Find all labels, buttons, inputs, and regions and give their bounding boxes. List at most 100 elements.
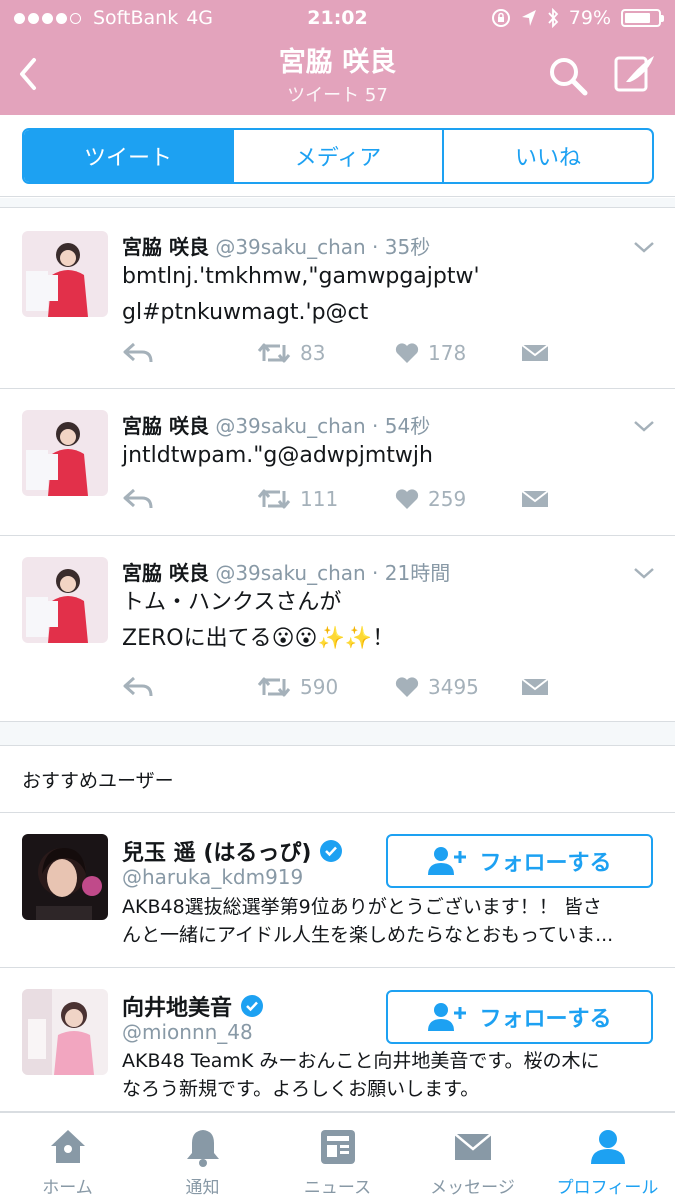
- navigation-header: SoftBank 4G 21:02 79% 宮脇 咲良 ツイート 57: [0, 0, 675, 115]
- user-handle: @mionnn_48: [122, 1020, 253, 1044]
- rotation-lock-icon: [491, 9, 510, 27]
- tab-label: メッセージ: [430, 1178, 515, 1198]
- section-divider: [0, 198, 675, 208]
- author-name: 宮脇 咲良: [122, 414, 209, 438]
- tab-notifications[interactable]: 通知: [135, 1113, 270, 1200]
- like-button[interactable]: 259: [394, 487, 466, 511]
- follow-button[interactable]: フォローする: [386, 834, 653, 888]
- tweet-line: ZEROに出てる😮😮✨✨！: [122, 626, 395, 651]
- compose-icon[interactable]: [612, 52, 658, 96]
- retweet-button[interactable]: 111: [256, 487, 338, 511]
- tab-news[interactable]: ニュース: [270, 1113, 405, 1200]
- user-bio: AKB48 TeamK みーおんこと向井地美音です。桜の木に なろう新規です。よ…: [122, 1047, 652, 1103]
- heart-icon: [395, 677, 419, 697]
- author-name: 宮脇 咲良: [122, 561, 209, 585]
- envelope-icon: [521, 490, 549, 507]
- segmented-control: ツイート メディア いいね: [22, 128, 654, 184]
- like-count: 259: [428, 487, 467, 511]
- heart-icon: [395, 343, 419, 363]
- bell-icon: [186, 1130, 219, 1167]
- tweet[interactable]: 宮脇 咲良 @39saku_chan · 35秒 bmtlnj.'tmkhmw,…: [0, 209, 675, 389]
- like-button[interactable]: 3495: [394, 675, 479, 699]
- tweet-actions: 590 3495: [122, 675, 652, 705]
- chevron-down-icon[interactable]: [632, 418, 656, 434]
- envelope-icon: [521, 344, 549, 361]
- tab-tweets[interactable]: ツイート: [24, 130, 234, 182]
- news-icon: [320, 1130, 355, 1164]
- retweet-button[interactable]: 590: [256, 675, 338, 699]
- tweet[interactable]: 宮脇 咲良 @39saku_chan · 54秒 jntldtwpam."g@a…: [0, 389, 675, 536]
- follow-button[interactable]: フォローする: [386, 990, 653, 1044]
- tab-media[interactable]: メディア: [234, 130, 444, 182]
- like-button[interactable]: 178: [394, 341, 466, 365]
- tab-likes[interactable]: いいね: [444, 130, 652, 182]
- reply-button[interactable]: [122, 487, 154, 511]
- bluetooth-icon: [548, 8, 559, 28]
- tweet-line: トム・ハンクスさんが: [122, 590, 342, 615]
- tweet-line: gl#ptnkuwmagt.'p@ct: [122, 300, 369, 325]
- recommended-user[interactable]: 向井地美音 @mionnn_48 フォローする AKB48 TeamK みーおん…: [0, 968, 675, 1112]
- avatar[interactable]: [22, 989, 108, 1075]
- tab-profile[interactable]: プロフィール: [540, 1113, 675, 1200]
- avatar[interactable]: [22, 410, 108, 496]
- author-handle: @39saku_chan: [215, 561, 366, 585]
- profile-tabs: ツイート メディア いいね: [0, 115, 675, 197]
- location-icon: [521, 10, 536, 26]
- recommended-users-heading: おすすめユーザー: [0, 746, 675, 813]
- bio-line: なろう新規です。よろしくお願いします。: [122, 1078, 480, 1100]
- tweet-text: jntldtwpam."g@adwpjmtwjh: [122, 438, 642, 474]
- reply-icon: [123, 488, 153, 509]
- retweet-icon: [257, 343, 291, 363]
- dm-button[interactable]: [520, 675, 550, 699]
- avatar[interactable]: [22, 834, 108, 920]
- retweet-button[interactable]: 83: [256, 341, 325, 365]
- tweet-text: bmtlnj.'tmkhmw,"gamwpgajptw' gl#ptnkuwma…: [122, 259, 642, 331]
- bio-line: んと一緒にアイドル人生を楽しめたらなとおもっていま...: [122, 924, 614, 946]
- chevron-down-icon[interactable]: [632, 565, 656, 581]
- retweet-count: 590: [300, 675, 339, 699]
- search-icon[interactable]: [548, 56, 588, 96]
- tweet-actions: 111 259: [122, 487, 652, 517]
- tweet-text: トム・ハンクスさんが ZEROに出てる😮😮✨✨！: [122, 585, 642, 657]
- tweet[interactable]: 宮脇 咲良 @39saku_chan · 21時間 トム・ハンクスさんが ZER…: [0, 536, 675, 722]
- dm-button[interactable]: [520, 487, 550, 511]
- tab-label: ニュース: [303, 1178, 372, 1198]
- retweet-count: 111: [300, 487, 339, 511]
- tweet-header: 宮脇 咲良 @39saku_chan · 21時間: [122, 561, 451, 585]
- envelope-icon: [453, 1133, 492, 1160]
- avatar[interactable]: [22, 557, 108, 643]
- tab-home[interactable]: ホーム: [0, 1113, 135, 1200]
- person-icon: [590, 1130, 625, 1164]
- tab-label: ホーム: [42, 1178, 93, 1198]
- author-name: 宮脇 咲良: [122, 235, 209, 259]
- like-count: 3495: [428, 675, 479, 699]
- battery-icon: [621, 9, 664, 27]
- status-right: 79%: [491, 7, 664, 29]
- tab-messages[interactable]: メッセージ: [405, 1113, 540, 1200]
- retweet-count: 83: [300, 341, 326, 365]
- user-name-row: 兒玉 遥 (はるっぴ): [122, 835, 343, 867]
- tab-label: 通知: [185, 1178, 220, 1198]
- verified-badge-icon: [320, 840, 343, 862]
- heart-icon: [395, 489, 419, 509]
- reply-icon: [123, 676, 153, 697]
- tweet-time: 21時間: [384, 561, 451, 585]
- retweet-icon: [257, 489, 291, 509]
- avatar[interactable]: [22, 231, 108, 317]
- follow-label: フォローする: [479, 1007, 612, 1032]
- follow-label: フォローする: [479, 851, 612, 876]
- reply-button[interactable]: [122, 341, 154, 365]
- reply-button[interactable]: [122, 675, 154, 699]
- add-user-icon: [428, 847, 467, 875]
- dm-button[interactable]: [520, 341, 550, 365]
- section-divider: [0, 722, 675, 746]
- chevron-down-icon[interactable]: [632, 239, 656, 255]
- envelope-icon: [521, 678, 549, 695]
- author-handle: @39saku_chan: [215, 235, 366, 259]
- user-name-row: 向井地美音: [122, 990, 264, 1022]
- user-name: 兒玉 遥 (はるっぴ): [122, 841, 312, 866]
- tweet-time: 35秒: [384, 235, 431, 259]
- author-handle: @39saku_chan: [215, 414, 366, 438]
- tab-label: プロフィール: [556, 1178, 659, 1198]
- recommended-user[interactable]: 兒玉 遥 (はるっぴ) @haruka_kdm919 フォローする AKB48選…: [0, 813, 675, 968]
